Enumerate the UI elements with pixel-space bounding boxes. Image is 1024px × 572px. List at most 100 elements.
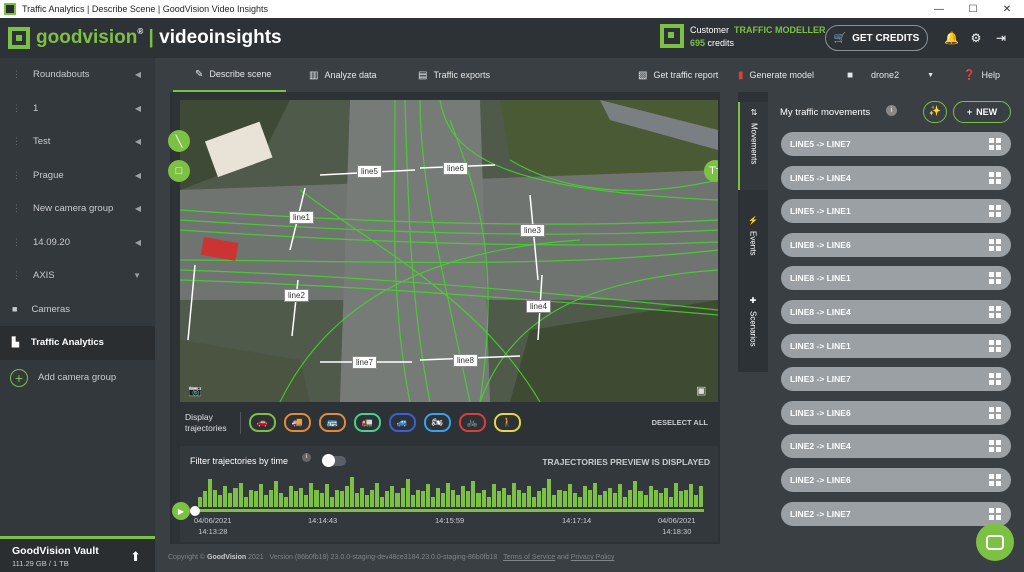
sidebar-item-traffic-analytics[interactable]: ▙ Traffic Analytics [0, 326, 155, 360]
movement-settings-icon[interactable] [989, 138, 1001, 150]
tab-scenarios[interactable]: ✚ Scenarios [738, 290, 768, 368]
motorcycle-filter-icon[interactable]: 🏍 [424, 413, 451, 432]
van-filter-icon[interactable]: 🚚 [284, 413, 311, 432]
sidebar-item-new-camera-group[interactable]: ⋮ New camera group ◀ [0, 192, 155, 226]
movement-item[interactable]: LINE2 -> LINE7 [781, 501, 1011, 526]
tab-analyze-data[interactable]: ▥ Analyze data [309, 58, 377, 92]
movement-settings-icon[interactable] [989, 440, 1001, 453]
line7-label[interactable]: line7 [352, 356, 377, 369]
movement-item[interactable]: LINE2 -> LINE4 [781, 434, 1011, 459]
filter-by-time-toggle[interactable] [322, 454, 346, 467]
line4-label[interactable]: line4 [526, 300, 551, 313]
video-frame[interactable]: line1 line2 line3 line4 line5 line6 line… [180, 100, 718, 402]
truck-filter-icon[interactable]: 🚛 [354, 413, 381, 432]
pencil-icon: ✎ [195, 68, 204, 80]
histogram-bar [582, 486, 587, 507]
car-filter-icon[interactable]: 🚗 [249, 413, 276, 432]
terms-link[interactable]: Terms of Service [503, 554, 555, 561]
chat-button[interactable] [976, 523, 1014, 561]
sidebar-item-roundabouts[interactable]: ⋮ Roundabouts ◀ [0, 58, 155, 92]
deselect-all-button[interactable]: DESELECT ALL [652, 418, 708, 427]
sidebar-item-14-09-20[interactable]: ⋮ 14.09.20 ◀ [0, 226, 155, 260]
histogram-bar [451, 489, 456, 507]
movement-settings-icon[interactable] [989, 205, 1001, 218]
line6-label[interactable]: line6 [443, 162, 468, 175]
minimize-button[interactable]: — [922, 4, 956, 15]
upload-icon[interactable]: ⬆ [130, 549, 141, 565]
privacy-link[interactable]: Privacy Policy [571, 554, 615, 561]
movement-label: LINE8 -> LINE6 [790, 239, 851, 250]
tab-describe-scene[interactable]: ✎ Describe scene [173, 58, 286, 92]
info-icon[interactable]: i [886, 105, 897, 116]
tab-events[interactable]: ⚡ Events [738, 210, 768, 270]
play-button[interactable]: ▶ [172, 502, 190, 520]
movements-heading: My traffic movements [780, 107, 871, 118]
line1-label[interactable]: line1 [289, 211, 314, 224]
image-icon[interactable]: ▣ [696, 384, 706, 397]
movement-settings-icon[interactable] [989, 406, 1001, 419]
bus-filter-icon[interactable]: 🚌 [319, 413, 346, 432]
suv-filter-icon[interactable]: 🚙 [389, 413, 416, 432]
sidebar: ⋮ Roundabouts ◀ ⋮ 1 ◀ ⋮ Test ◀ ⋮ Prague ◀ ⋮ New c… [0, 58, 155, 572]
sidebar-item-label: Traffic Analytics [30, 337, 104, 349]
bell-icon[interactable]: 🔔 [944, 31, 959, 45]
sidebar-item-cameras[interactable]: ■ Cameras [0, 293, 155, 327]
draw-zone-button[interactable]: □ [168, 160, 190, 182]
movement-item[interactable]: LINE8 -> LINE4 [781, 300, 1011, 324]
magic-wand-button[interactable]: ✨ [923, 101, 947, 123]
add-camera-group-button[interactable]: + Add camera group [0, 360, 155, 396]
movement-settings-icon[interactable] [989, 171, 1001, 184]
customer-logo-icon [660, 24, 684, 48]
movement-settings-icon[interactable] [989, 306, 1001, 318]
movement-settings-icon[interactable] [989, 339, 1001, 352]
movement-settings-icon[interactable] [989, 238, 1001, 251]
movement-item[interactable]: LINE3 -> LINE7 [781, 367, 1011, 392]
sidebar-item-1[interactable]: ⋮ 1 ◀ [0, 92, 155, 126]
draw-line-button[interactable]: ╲ [168, 130, 190, 152]
bicycle-filter-icon[interactable]: 🚲 [459, 413, 486, 432]
movement-item[interactable]: LINE2 -> LINE6 [781, 468, 1011, 492]
maximize-button[interactable]: ☐ [956, 4, 990, 15]
display-label-1: Display [185, 411, 213, 422]
get-traffic-report-button[interactable]: ▧ Get traffic report [638, 58, 718, 92]
info-icon[interactable]: i [302, 453, 311, 462]
line2-label[interactable]: line2 [284, 289, 309, 302]
sidebar-item-axis[interactable]: ⋮ AXIS ▼ [0, 259, 155, 293]
help-button[interactable]: ❓ Help [963, 58, 1000, 92]
movement-settings-icon[interactable] [989, 507, 1001, 520]
new-movement-button[interactable]: + NEW [953, 101, 1011, 123]
movement-item[interactable]: LINE3 -> LINE1 [781, 333, 1011, 358]
tab-movements[interactable]: ⇅ Movements [738, 102, 768, 190]
get-credits-button[interactable]: 🛒 GET CREDITS [825, 25, 928, 51]
movement-item[interactable]: LINE5 -> LINE4 [781, 165, 1011, 190]
sidebar-item-test[interactable]: ⋮ Test ◀ [0, 125, 155, 159]
tab-traffic-exports[interactable]: ▤ Traffic exports [418, 58, 490, 92]
sidebar-item-prague[interactable]: ⋮ Prague ◀ [0, 159, 155, 193]
pedestrian-filter-icon[interactable]: 🚶 [494, 413, 521, 432]
snapshot-icon[interactable]: 📷 [188, 384, 202, 397]
customer-plan: TRAFFIC MODELLER [734, 25, 826, 35]
line8-label[interactable]: line8 [453, 354, 478, 367]
movement-item[interactable]: LINE5 -> LINE1 [781, 199, 1011, 224]
get-credits-label: GET CREDITS [852, 32, 920, 44]
timeline-track[interactable] [198, 509, 704, 512]
timeline-handle[interactable] [190, 506, 200, 516]
logout-icon[interactable]: ⇥ [994, 31, 1008, 45]
movement-item[interactable]: LINE3 -> LINE6 [781, 400, 1011, 425]
histogram-bar [461, 486, 466, 507]
generate-model-button[interactable]: ▮ Generate model [738, 58, 814, 92]
gear-icon[interactable]: ⚙ [969, 31, 983, 45]
movement-item[interactable]: LINE8 -> LINE6 [781, 232, 1011, 257]
movement-item[interactable]: LINE5 -> LINE7 [781, 132, 1011, 156]
movement-settings-icon[interactable] [989, 474, 1001, 486]
movement-settings-icon[interactable] [989, 272, 1001, 285]
aerial-scene [180, 100, 718, 402]
line5-label[interactable]: line5 [357, 165, 382, 178]
camera-select[interactable]: ■ drone2 ▼ [847, 58, 934, 92]
histogram-bar [273, 480, 278, 507]
chevron-down-icon: ▼ [927, 71, 935, 79]
close-button[interactable]: ✕ [990, 4, 1024, 15]
movement-settings-icon[interactable] [989, 373, 1001, 386]
movement-item[interactable]: LINE8 -> LINE1 [781, 266, 1011, 291]
line3-label[interactable]: line3 [520, 224, 545, 237]
